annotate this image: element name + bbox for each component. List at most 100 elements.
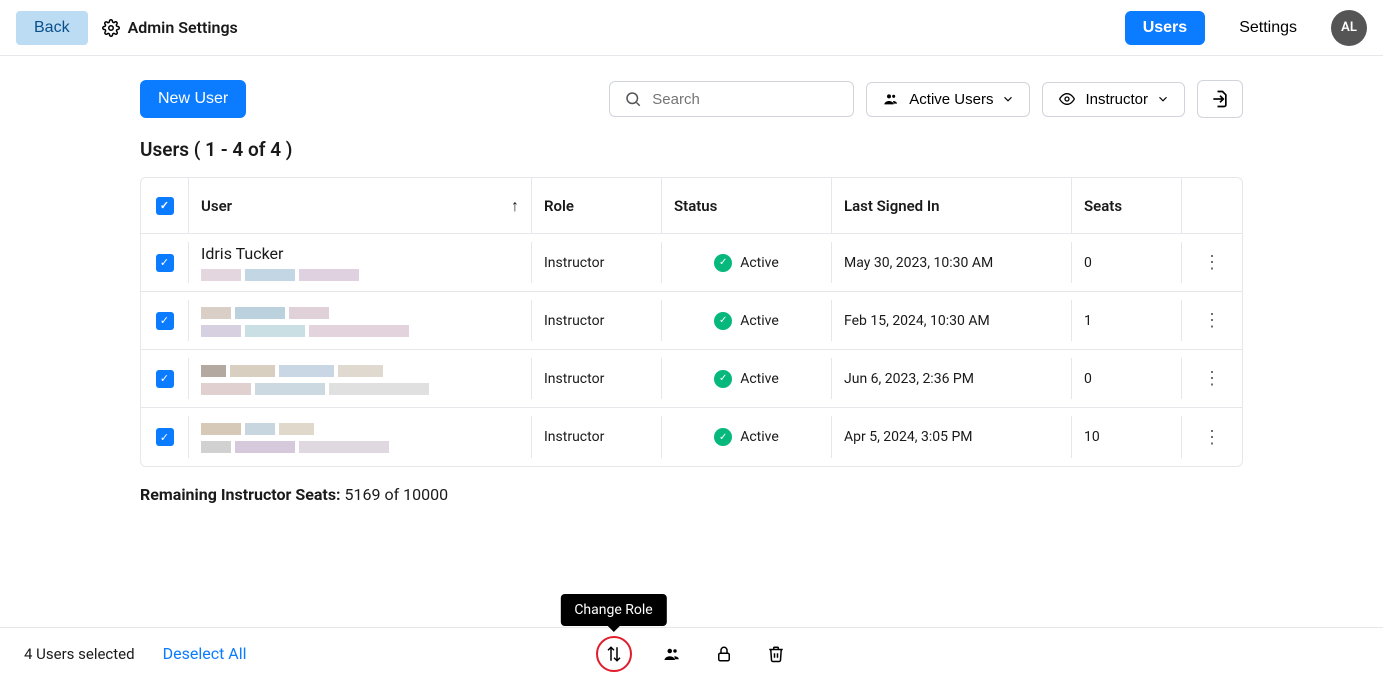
row-checkbox[interactable]: ✓ — [156, 370, 174, 388]
redacted-email — [201, 383, 519, 395]
redacted-name — [201, 365, 519, 377]
change-role-button[interactable]: Change Role — [596, 636, 632, 672]
row-checkbox[interactable]: ✓ — [156, 312, 174, 330]
search-box[interactable] — [609, 81, 854, 117]
col-status[interactable]: Status — [662, 178, 832, 233]
col-seats[interactable]: Seats — [1072, 178, 1182, 233]
seats-cell: 0 — [1072, 358, 1182, 399]
status-cell: ✓ Active — [662, 358, 832, 399]
user-cell: Idris Tucker — [189, 242, 532, 283]
assign-group-button[interactable] — [660, 642, 684, 666]
gear-icon — [102, 19, 120, 37]
redacted-email — [201, 441, 519, 453]
table-header: ✓ User ↑ Role Status Last Signed In Seat… — [141, 178, 1242, 234]
tab-settings[interactable]: Settings — [1221, 11, 1315, 45]
status-cell: ✓ Active — [662, 416, 832, 458]
last-signed-in-cell: Feb 15, 2024, 10:30 AM — [832, 300, 1072, 341]
select-all-checkbox[interactable]: ✓ — [156, 197, 174, 215]
redacted-name — [201, 423, 519, 435]
tab-users[interactable]: Users — [1125, 11, 1205, 45]
tooltip-change-role: Change Role — [560, 594, 666, 626]
topbar-left: Back Admin Settings — [16, 11, 238, 45]
redacted-email — [201, 325, 519, 337]
status-active-icon: ✓ — [714, 312, 732, 330]
group-icon — [661, 645, 683, 663]
users-count-heading: Users ( 1 - 4 of 4 ) — [140, 138, 1243, 161]
selected-count: 4 Users selected — [24, 645, 135, 663]
filter-status-label: Active Users — [909, 91, 993, 108]
redacted-email — [201, 269, 519, 281]
seats-cell: 10 — [1072, 416, 1182, 458]
lock-button[interactable] — [712, 642, 736, 666]
new-user-button[interactable]: New User — [140, 80, 246, 118]
col-user-label: User — [201, 197, 232, 215]
toolbar-right: Active Users Instructor — [609, 80, 1243, 118]
row-more-button[interactable]: ⋮ — [1197, 364, 1227, 394]
export-icon — [1210, 89, 1230, 109]
redacted-name — [201, 307, 519, 319]
page-title-text: Admin Settings — [128, 18, 238, 37]
table-row: ✓ Instructor ✓ Active Jun 6, 20 — [141, 350, 1242, 408]
swap-vertical-icon — [605, 645, 623, 663]
export-button[interactable] — [1197, 80, 1243, 118]
bulk-actions: Change Role — [596, 636, 788, 672]
select-all-cell: ✓ — [141, 178, 189, 233]
col-last-signed-in[interactable]: Last Signed In — [832, 178, 1072, 233]
remaining-seats-label: Remaining Instructor Seats: — [140, 485, 341, 504]
search-input[interactable] — [652, 91, 851, 108]
users-table: ✓ User ↑ Role Status Last Signed In Seat… — [140, 177, 1243, 467]
role-cell: Instructor — [532, 416, 662, 458]
chevron-down-icon — [1001, 92, 1015, 106]
user-cell — [189, 358, 532, 399]
status-active-icon: ✓ — [714, 254, 732, 272]
status-text: Active — [740, 313, 779, 329]
eye-icon — [1057, 91, 1077, 107]
row-checkbox[interactable]: ✓ — [156, 428, 174, 446]
status-cell: ✓ Active — [662, 300, 832, 341]
status-text: Active — [740, 371, 779, 387]
row-checkbox[interactable]: ✓ — [156, 254, 174, 272]
table-row: ✓ Instructor ✓ Active Apr 5, 2024, 3:05 … — [141, 408, 1242, 466]
remaining-seats: Remaining Instructor Seats: 5169 of 1000… — [140, 485, 1243, 504]
trash-icon — [767, 645, 785, 663]
lock-icon — [715, 645, 733, 663]
status-cell: ✓ Active — [662, 242, 832, 283]
table-row: ✓ Instructor ✓ Active Feb 15, 2024, 10:3… — [141, 292, 1242, 350]
remaining-seats-value: 5169 of 10000 — [345, 485, 449, 504]
filter-role-button[interactable]: Instructor — [1042, 82, 1185, 117]
status-active-icon: ✓ — [714, 428, 732, 446]
search-icon — [624, 90, 642, 108]
status-text: Active — [740, 255, 779, 271]
user-name: Idris Tucker — [201, 244, 519, 263]
col-user[interactable]: User ↑ — [189, 178, 532, 233]
row-more-button[interactable]: ⋮ — [1197, 422, 1227, 452]
status-text: Active — [740, 429, 779, 445]
selection-bar: 4 Users selected Deselect All Change Rol… — [0, 627, 1383, 679]
status-active-icon: ✓ — [714, 370, 732, 388]
topbar: Back Admin Settings Users Settings AL — [0, 0, 1383, 56]
col-actions — [1182, 178, 1242, 233]
deselect-all-link[interactable]: Deselect All — [163, 644, 247, 663]
sort-arrow-up-icon: ↑ — [511, 196, 519, 216]
group-icon — [881, 91, 901, 107]
page-title: Admin Settings — [102, 18, 238, 37]
topbar-right: Users Settings AL — [1125, 10, 1367, 46]
toolbar: New User Active Users — [140, 80, 1243, 118]
col-role[interactable]: Role — [532, 178, 662, 233]
role-cell: Instructor — [532, 242, 662, 283]
role-cell: Instructor — [532, 300, 662, 341]
row-more-button[interactable]: ⋮ — [1197, 248, 1227, 278]
chevron-down-icon — [1156, 92, 1170, 106]
last-signed-in-cell: Jun 6, 2023, 2:36 PM — [832, 358, 1072, 399]
delete-button[interactable] — [764, 642, 788, 666]
main-content: New User Active Users — [0, 56, 1383, 624]
user-cell — [189, 300, 532, 341]
seats-cell: 0 — [1072, 242, 1182, 283]
role-cell: Instructor — [532, 358, 662, 399]
seats-cell: 1 — [1072, 300, 1182, 341]
avatar[interactable]: AL — [1331, 10, 1367, 46]
back-button[interactable]: Back — [16, 11, 88, 45]
last-signed-in-cell: May 30, 2023, 10:30 AM — [832, 242, 1072, 283]
filter-status-button[interactable]: Active Users — [866, 82, 1030, 117]
row-more-button[interactable]: ⋮ — [1197, 306, 1227, 336]
